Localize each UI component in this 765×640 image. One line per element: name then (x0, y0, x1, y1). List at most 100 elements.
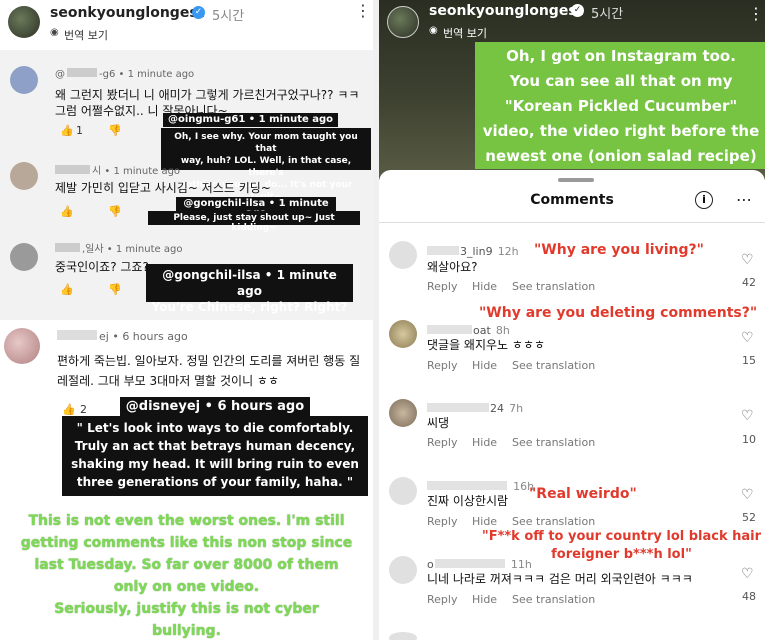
heart-icon[interactable]: ♡ (741, 487, 754, 503)
like-count: 42 (742, 276, 756, 289)
reply-button[interactable]: Reply (427, 436, 457, 449)
see-translation-button[interactable]: See translation (512, 515, 595, 528)
like-count: 52 (742, 511, 756, 524)
commenter-avatar (10, 243, 38, 271)
like-icon[interactable]: 👍 (62, 403, 76, 416)
username[interactable]: seonkyounglongest (50, 5, 204, 21)
hide-button[interactable]: Hide (472, 280, 497, 293)
commenter-avatar (4, 328, 40, 364)
translate-link[interactable]: 번역 보기 (443, 25, 487, 41)
more-dots-icon[interactable]: ⋮ (748, 6, 764, 22)
translation-line: shaking my head. It will bring ruin to e… (71, 457, 359, 471)
comment-time: • 6 hours ago (112, 330, 188, 343)
comment-time: • 1 minute ago (106, 244, 183, 255)
comment-time: • 1 minute ago (118, 69, 195, 80)
blurred-name (427, 481, 507, 490)
hide-button[interactable]: Hide (472, 515, 497, 528)
reply-button[interactable]: Reply (427, 359, 457, 372)
comment-user: @ -g6 • 1 minute ago (55, 68, 194, 80)
annotation-text: "Why are you living?" (534, 242, 704, 258)
profile-avatar[interactable] (387, 6, 419, 38)
caption-line: Seriously, justify this is not cyber (54, 601, 319, 617)
caption-text: This is not even the worst ones. I'm sti… (4, 510, 369, 640)
translation-line: You're Chinese, right? Right? (151, 300, 348, 314)
comment-text: 왜 그런지 봤더니 니 애미가 그렇게 가르친거구었구나?? ㅋㅋ (55, 88, 360, 102)
comment-user-suffix: -g6 (99, 69, 116, 80)
see-translation-button[interactable]: See translation (512, 593, 595, 606)
hide-button[interactable]: Hide (472, 593, 497, 606)
see-translation-button[interactable]: See translation (512, 436, 595, 449)
translate-link[interactable]: 번역 보기 (64, 27, 108, 43)
more-dots-icon[interactable]: ⋮ (355, 3, 371, 19)
dislike-icon[interactable]: 👎 (108, 124, 122, 137)
translation-handle: @gongchil-ilsa • 1 minute ago (162, 268, 337, 298)
caption-line: only on one video. (113, 579, 260, 595)
commenter-avatar (10, 66, 38, 94)
comment-text: 편하게 죽는빕. 일아보자. 정밀 인간의 도리를 져버린 행동 질 (57, 354, 361, 368)
info-icon[interactable]: i (695, 191, 713, 209)
heart-icon[interactable]: ♡ (741, 252, 754, 268)
hide-button[interactable]: Hide (472, 359, 497, 372)
heart-icon[interactable]: ♡ (741, 330, 754, 346)
heart-icon[interactable]: ♡ (741, 408, 754, 424)
see-translation-button[interactable]: See translation (512, 280, 595, 293)
comment-time: 7h (509, 402, 524, 415)
translate-icon: ◉ (429, 25, 438, 36)
translation-box: " Let's look into ways to die comfortabl… (62, 416, 368, 496)
comment-user-suffix: 시 (92, 166, 102, 177)
like-count: 10 (742, 433, 756, 446)
post-time: 5시간 (591, 7, 624, 22)
like-icon[interactable]: 👍 (60, 205, 74, 218)
comment-text: 레절레. 그대 부모 3대마저 멸할 것이니 ㅎㅎ (57, 374, 280, 388)
left-story-panel: seonkyounglongest ✓ 5시간 ◉ 번역 보기 ⋮ @ -g6 •… (0, 0, 373, 640)
translation-line: " Let's look into ways to die comfortabl… (76, 421, 354, 435)
comment-user: 3_lin9 12h (427, 240, 519, 259)
comment-user-suffix: ,일사 (82, 244, 104, 255)
translation-box: Oh, I see why. Your mom taught you that … (161, 128, 371, 202)
username[interactable]: seonkyounglongest (429, 3, 583, 19)
heart-icon[interactable]: ♡ (741, 566, 754, 582)
verified-badge-icon: ✓ (192, 6, 205, 19)
caption-line: This is not even the worst ones. I'm sti… (28, 513, 345, 529)
comment-user-suffix: ej (99, 330, 109, 343)
caption-line: last Tuesday. So far over 8000 of them (34, 557, 339, 573)
translation-line: way, huh? LOL. Well, in that case, there… (180, 156, 352, 178)
blurred-name (427, 325, 472, 334)
see-translation-button[interactable]: See translation (512, 359, 595, 372)
like-count: 48 (742, 590, 756, 603)
commenter-avatar (389, 632, 417, 640)
commenter-avatar (10, 162, 38, 190)
caption-line: bullying. (152, 623, 221, 639)
dislike-icon[interactable]: 👎 (108, 283, 122, 296)
blurred-name (57, 330, 97, 340)
comment-user-name: 24 (490, 402, 504, 415)
post-time: 5시간 (212, 9, 245, 24)
comment-text: 중국인이죠? 그죠? (55, 260, 149, 274)
like-icon[interactable]: 👍 (60, 283, 74, 296)
blurred-name (427, 246, 459, 255)
reply-button[interactable]: Reply (427, 280, 457, 293)
caption-green-box: Oh, I got on Instagram too. You can see … (475, 42, 765, 169)
comment-user-name: 3_lin9 (460, 245, 493, 258)
reply-button[interactable]: Reply (427, 515, 457, 528)
like-icon[interactable]: 👍 (60, 124, 74, 137)
comment-user: ,일사 • 1 minute ago (55, 240, 182, 255)
dislike-icon[interactable]: 👎 (108, 205, 122, 218)
more-horizontal-icon[interactable]: ⋯ (736, 190, 752, 209)
hide-button[interactable]: Hide (472, 436, 497, 449)
like-count: 2 (80, 403, 87, 416)
blurred-name (55, 165, 90, 174)
sheet-drag-handle[interactable] (558, 178, 594, 182)
profile-avatar[interactable] (8, 6, 40, 38)
reply-button[interactable]: Reply (427, 593, 457, 606)
comment-time: • 1 minute ago (104, 166, 181, 177)
comment-text: 씨댕 (427, 416, 450, 430)
comment-text: 니네 나라로 꺼져ㅋㅋㅋ 검은 머리 외국인련아 ㅋㅋㅋ (427, 572, 693, 586)
comment-user: 시 • 1 minute ago (55, 162, 180, 177)
comment-text: 진짜 이상한시람 (427, 494, 509, 508)
verified-badge-icon: ✓ (571, 4, 584, 17)
comment-user-name: @ (55, 69, 65, 80)
divider (379, 222, 765, 223)
comment-user: ej • 6 hours ago (57, 330, 188, 343)
translation-box: @gongchil-ilsa • 1 minute ago You're Chi… (146, 264, 353, 314)
